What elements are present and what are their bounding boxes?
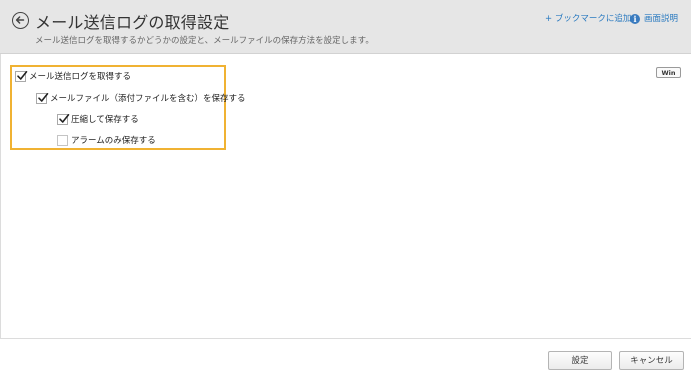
page-description: メール送信ログを取得するかどうかの設定と、メールファイルの保存方法を設定します。: [35, 36, 374, 46]
option-label: メール送信ログを取得する: [29, 72, 132, 82]
save-button[interactable]: 設定: [548, 351, 612, 370]
option-label: メールファイル（添付ファイルを含む）を保存する: [50, 94, 246, 104]
add-bookmark-link[interactable]: + ブックマークに追加: [545, 12, 631, 24]
checkbox-alarm-only-save[interactable]: [57, 134, 68, 146]
screen-help-label: 画面説明: [644, 14, 679, 24]
page-title: メール送信ログの取得設定: [35, 13, 230, 32]
option-compress-save[interactable]: 圧縮して保存する: [57, 113, 139, 125]
cancel-button[interactable]: キャンセル: [619, 351, 684, 370]
option-get-send-log[interactable]: メール送信ログを取得する: [15, 70, 131, 82]
option-save-mail-file[interactable]: メールファイル（添付ファイルを含む）を保存する: [36, 92, 246, 104]
os-badge: Win: [656, 67, 681, 78]
option-label: 圧縮して保存する: [71, 115, 139, 125]
checkbox-compress-save[interactable]: [57, 113, 70, 125]
option-label: アラームのみ保存する: [71, 136, 156, 146]
option-alarm-only-save[interactable]: アラームのみ保存する: [57, 134, 156, 146]
checkbox-get-send-log[interactable]: [15, 70, 28, 82]
page-header: メール送信ログの取得設定 メール送信ログを取得するかどうかの設定と、メールファイ…: [0, 0, 691, 54]
back-arrow-icon[interactable]: [12, 12, 29, 29]
info-icon: i: [630, 14, 640, 24]
screen-help-link[interactable]: i 画面説明: [630, 12, 678, 24]
page-footer: 設定 キャンセル: [0, 338, 691, 380]
checkbox-save-mail-file[interactable]: [36, 92, 49, 104]
